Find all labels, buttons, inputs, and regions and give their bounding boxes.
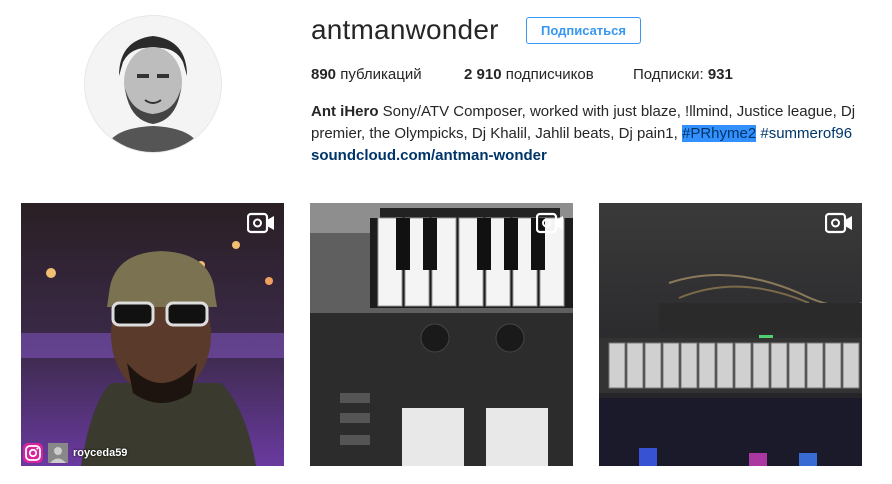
profile-username: antmanwonder [311, 14, 499, 45]
video-camera-icon [825, 212, 852, 234]
following-count: 931 [707, 66, 733, 83]
tagged-username: royceda59 [73, 447, 128, 459]
profile-stats: 890 публикаций 2 910 подписчиков Подписк… [311, 66, 733, 83]
followers-stat[interactable]: 2 910 подписчиков [464, 66, 633, 83]
posts-count: 890 [311, 66, 337, 83]
bio-name: Ant iHero [311, 103, 379, 120]
bio-hashtag-prhyme2[interactable]: #PRhyme2 [681, 125, 757, 142]
video-camera-icon [536, 212, 563, 234]
video-camera-icon [247, 212, 274, 234]
post-thumbnail[interactable]: royceda59 [21, 203, 284, 466]
profile-avatar[interactable] [84, 15, 222, 153]
bio-hashtag-summerof96[interactable]: #summerof96 [760, 125, 852, 142]
following-label: Подписки: [633, 66, 704, 83]
tagged-user-avatar [48, 443, 68, 463]
following-stat[interactable]: Подписки: 931 [633, 66, 733, 83]
bio-website-link[interactable]: soundcloud.com/antman-wonder [311, 147, 547, 164]
followers-label: подписчиков [505, 66, 594, 83]
followers-count: 2 910 [464, 66, 502, 83]
profile-bio: Ant iHero Sony/ATV Composer, worked with… [311, 101, 866, 167]
posts-stat: 890 публикаций [311, 66, 464, 83]
post-thumbnail[interactable] [599, 203, 862, 466]
posts-label: публикаций [340, 66, 422, 83]
tagged-user-badge[interactable]: royceda59 [23, 442, 127, 464]
instagram-icon [23, 443, 43, 463]
follow-button[interactable]: Подписаться [526, 17, 641, 44]
post-thumbnail[interactable] [310, 203, 573, 466]
